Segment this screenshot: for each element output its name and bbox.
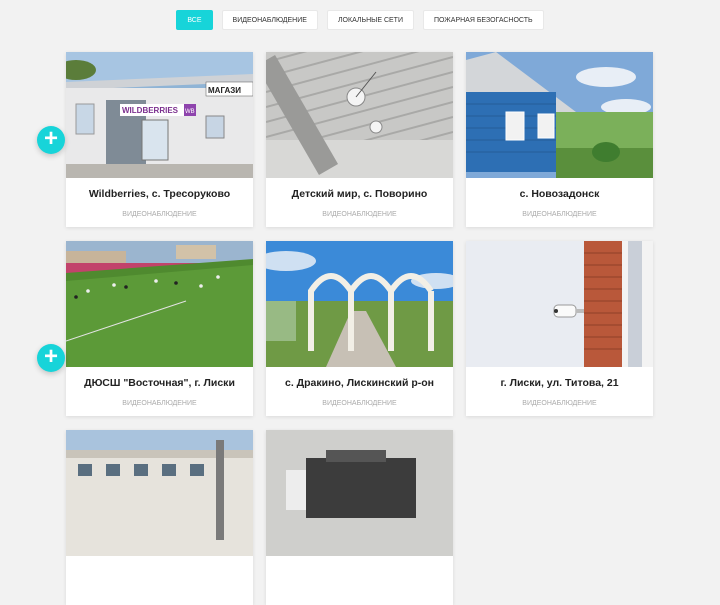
store-sign: МАГАЗИ <box>208 86 241 95</box>
portfolio-card[interactable]: ДЮСШ "Восточная", г. Лиски Видеонаблюден… <box>66 241 253 416</box>
card-photo <box>66 241 253 367</box>
card-photo <box>466 52 653 178</box>
card-photo <box>266 52 453 178</box>
card-photo <box>266 430 453 556</box>
card-category: Видеонаблюдение <box>522 211 597 218</box>
card-category: Видеонаблюдение <box>322 211 397 218</box>
filter-video-button[interactable]: Видеонаблюдение <box>221 10 318 30</box>
card-category: Видеонаблюдение <box>322 400 397 407</box>
card-title: г. Лиски, ул. Титова, 21 <box>500 377 619 389</box>
filter-bar: Все Видеонаблюдение Локальные сети Пожар… <box>0 10 720 30</box>
filter-all-button[interactable]: Все <box>176 10 213 30</box>
wb-sign: WB <box>185 109 195 115</box>
card-photo: WILDBERRIES WB МАГАЗИ <box>66 52 253 178</box>
portfolio-card[interactable]: с. Дракино, Лискинский р-он Видеонаблюде… <box>266 241 453 416</box>
portfolio-card[interactable]: г. Лиски, ул. Титова, 21 Видеонаблюдение <box>466 241 653 416</box>
plus-icon[interactable]: + <box>37 126 65 154</box>
portfolio-card[interactable] <box>266 430 453 605</box>
card-category: Видеонаблюдение <box>522 400 597 407</box>
card-title: с. Дракино, Лискинский р-он <box>284 377 434 389</box>
portfolio-card[interactable] <box>66 430 253 605</box>
plus-icon[interactable]: + <box>37 344 65 372</box>
card-title: Детский мир, с. Поворино <box>291 188 428 200</box>
portfolio-card[interactable]: с. Новозадонск Видеонаблюдение <box>466 52 653 227</box>
brand-sign: WILDBERRIES <box>122 106 179 115</box>
card-photo <box>66 430 253 556</box>
portfolio-card[interactable]: WILDBERRIES WB МАГАЗИ Wildberries, с. Тр… <box>66 52 253 227</box>
portfolio-card[interactable]: Детский мир, с. Поворино Видеонаблюдение <box>266 52 453 227</box>
portfolio-grid: WILDBERRIES WB МАГАЗИ Wildberries, с. Тр… <box>66 52 653 605</box>
filter-fire-button[interactable]: Пожарная безогасность <box>422 10 544 30</box>
card-photo <box>266 241 453 367</box>
card-photo <box>466 241 653 367</box>
card-title: Wildberries, с. Тресоруково <box>88 188 231 200</box>
card-category: Видеонаблюдение <box>122 211 197 218</box>
card-category: Видеонаблюдение <box>122 400 197 407</box>
card-title: с. Новозадонск <box>519 188 600 200</box>
card-title: ДЮСШ "Восточная", г. Лиски <box>84 377 235 389</box>
filter-lan-button[interactable]: Локальные сети <box>326 10 414 30</box>
